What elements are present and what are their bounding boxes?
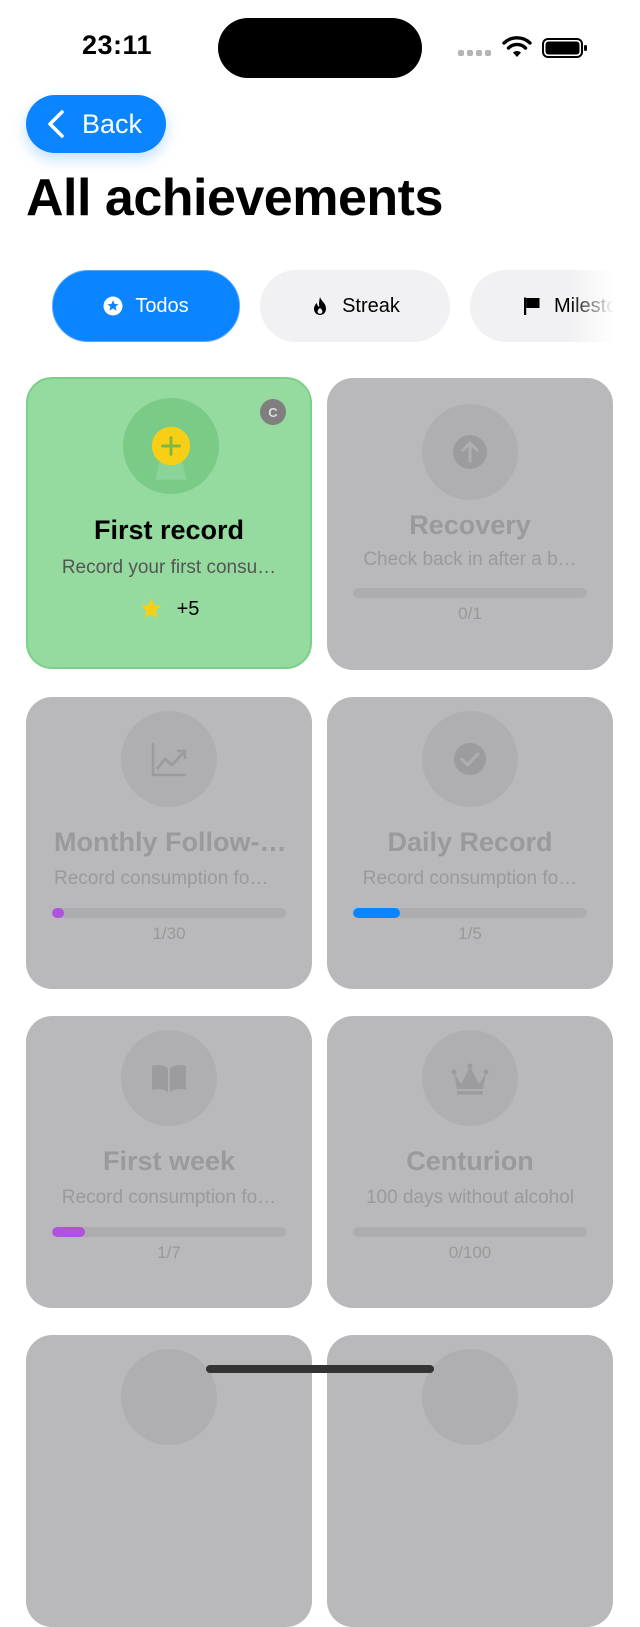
- progress-text: 0/100: [448, 1243, 492, 1262]
- progress-bar: [353, 588, 587, 598]
- achievement-name: Centurion: [406, 1146, 534, 1176]
- tab-label: Todos: [135, 294, 189, 317]
- achievement-name: Monthly Follow-…: [54, 827, 287, 857]
- reward-points: +5: [176, 597, 200, 620]
- achievement-name: First week: [102, 1146, 236, 1176]
- page-title: All achievements: [26, 169, 443, 227]
- achievement-description: 100 days without alcohol: [365, 1187, 575, 1208]
- dynamic-island: [218, 18, 422, 78]
- battery-icon: [542, 38, 587, 58]
- tabs-fade-overlay: [570, 268, 614, 346]
- home-indicator[interactable]: [206, 1365, 434, 1373]
- tab-label: Streak: [342, 294, 400, 317]
- flame-icon: [314, 297, 327, 315]
- progress-text: 1/5: [458, 924, 482, 943]
- crown-icon: [451, 1063, 489, 1095]
- achievement-medal: [422, 1349, 518, 1445]
- achievement-card-first-week[interactable]: First week Record consumption fo… 1/7: [26, 1016, 312, 1308]
- achievement-card-recovery[interactable]: Recovery Check back in after a b… 0/1: [327, 378, 613, 670]
- achievement-name: Daily Record: [387, 827, 553, 857]
- status-time: 23:11: [82, 30, 153, 60]
- progress-text: 0/1: [458, 604, 482, 623]
- chart-trend-icon: [151, 743, 187, 777]
- achievement-description: Record consumption fo…: [362, 868, 578, 889]
- star-icon: [140, 598, 161, 618]
- progress-bar: [353, 908, 587, 918]
- tab-streak[interactable]: Streak: [260, 270, 450, 342]
- book-icon: [152, 1064, 186, 1092]
- chevron-left-icon: [48, 110, 64, 138]
- achievement-medal: [121, 1349, 217, 1445]
- achievement-description: Record consumption fo…: [54, 868, 269, 889]
- star-circle-icon: [103, 296, 123, 316]
- back-button[interactable]: Back: [26, 95, 166, 153]
- achievement-card-daily-record[interactable]: Daily Record Record consumption fo… 1/5: [327, 697, 613, 989]
- achievement-reward: +5: [28, 597, 310, 621]
- achievement-description: Check back in after a b…: [363, 549, 577, 570]
- achievement-name: Recovery: [409, 510, 531, 540]
- achievement-name: First record: [93, 515, 245, 545]
- achievement-card-partial[interactable]: [327, 1335, 613, 1627]
- progress-text: 1/30: [152, 924, 186, 943]
- back-button-label: Back: [82, 108, 143, 139]
- check-circle-icon: [454, 743, 486, 775]
- progress-bar: [52, 1227, 286, 1237]
- achievement-card-centurion[interactable]: Centurion 100 days without alcohol 0/100: [327, 1016, 613, 1308]
- progress-bar: [52, 908, 286, 918]
- achievement-medal: [422, 1030, 518, 1126]
- achievement-medal: [121, 1030, 217, 1126]
- plus-medal-icon: [151, 426, 191, 480]
- achievement-card-partial[interactable]: [26, 1335, 312, 1627]
- flag-icon: [524, 297, 540, 315]
- arrow-up-icon: [453, 435, 487, 469]
- achievement-medal: [121, 711, 217, 807]
- progress-bar: [353, 1227, 587, 1237]
- achievement-card-monthly-follow-up[interactable]: Monthly Follow-… Record consumption fo… …: [26, 697, 312, 989]
- wifi-icon: [502, 36, 532, 57]
- achievement-medal: [422, 711, 518, 807]
- cellular-signal-icon: [458, 50, 492, 58]
- achievement-medal: [123, 398, 219, 494]
- achievement-card-first-record[interactable]: C First record Record your first consu… …: [26, 377, 312, 669]
- tab-todos[interactable]: Todos: [52, 270, 240, 342]
- rarity-badge: C: [260, 399, 286, 425]
- progress-text: 1/7: [157, 1243, 181, 1262]
- achievement-description: Record consumption fo…: [61, 1187, 277, 1208]
- achievement-description: Record your first consu…: [61, 557, 277, 578]
- achievement-medal: [422, 404, 518, 500]
- category-tabs: Todos Streak Milestones: [0, 268, 614, 346]
